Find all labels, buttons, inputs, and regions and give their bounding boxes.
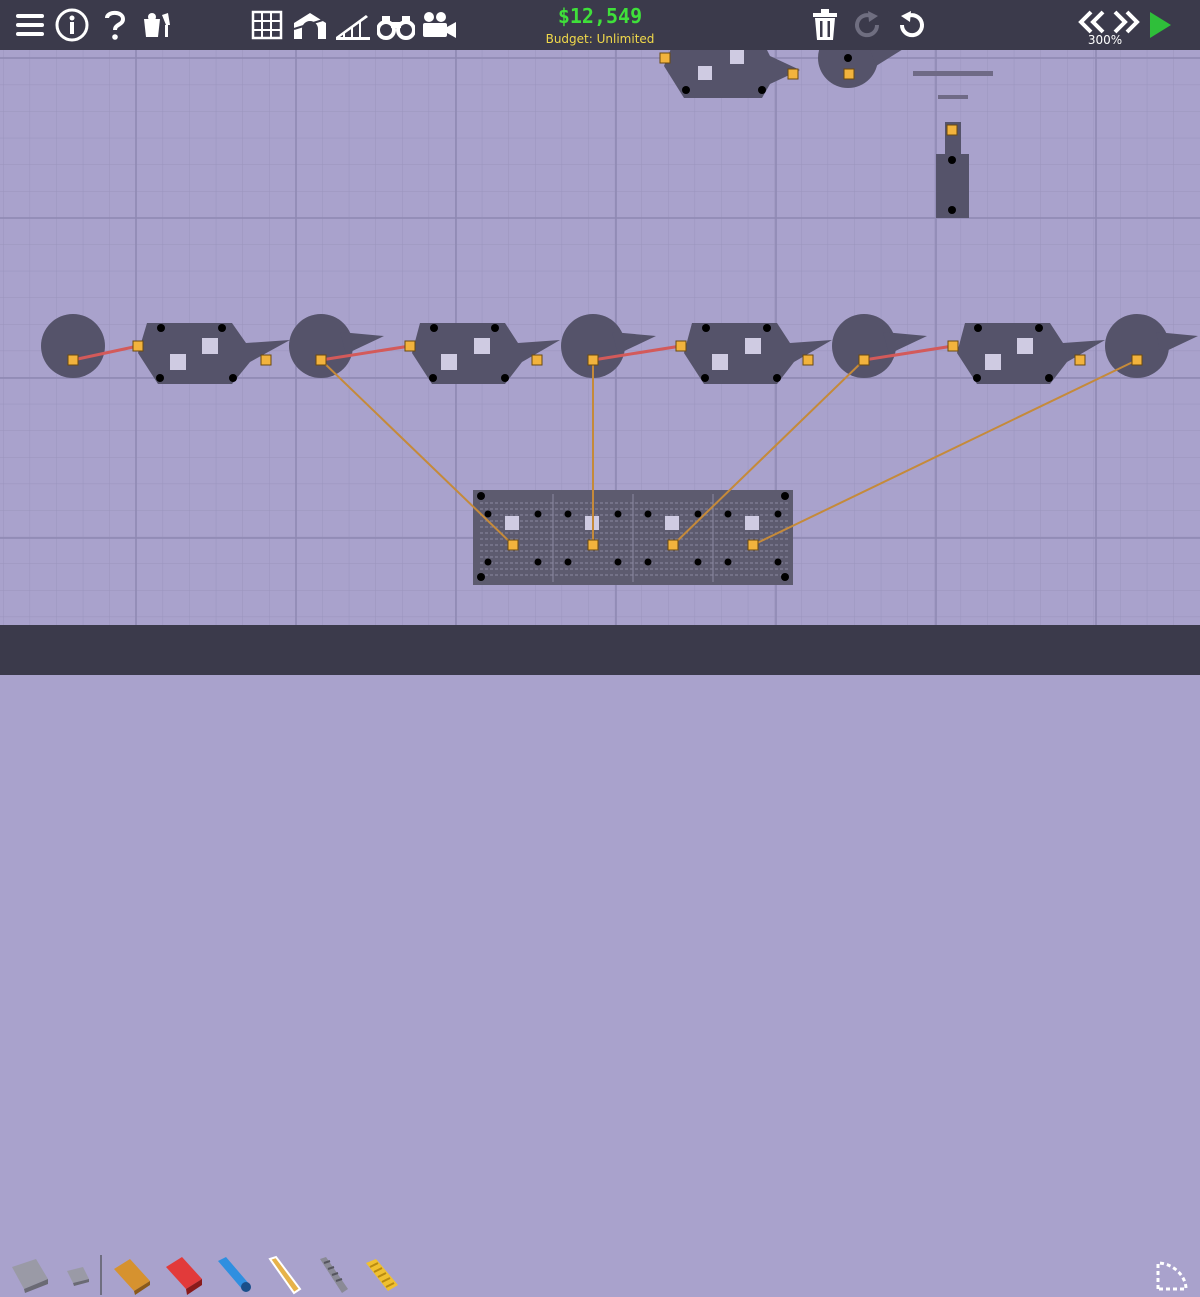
budget-amount: $12,549 [557,4,643,28]
beam-piece-small[interactable] [938,95,968,99]
road-eraser-tool[interactable] [4,1253,52,1297]
beam-piece[interactable] [913,71,993,76]
gear-1[interactable] [41,314,105,378]
theme-icon[interactable] [138,5,178,45]
build-grid[interactable] [0,28,1200,625]
steel-cable-material[interactable] [308,1253,356,1297]
top-toolbar: $12,549 Budget: Unlimited 300% [0,0,1200,50]
camera-icon[interactable] [419,5,459,45]
material-toolbar [0,625,1200,1295]
reinforced-road-material[interactable] [160,1253,208,1297]
hydraulic-material[interactable] [210,1253,258,1297]
menu-icon[interactable] [10,5,50,45]
binoculars-icon[interactable] [376,5,416,45]
simulation-speed-label: 300% [1087,33,1123,47]
ramp-icon[interactable] [333,5,373,45]
info-icon[interactable] [52,5,92,45]
wood-material[interactable] [108,1253,156,1297]
small-eraser-tool[interactable] [56,1253,100,1297]
play-icon[interactable] [1140,5,1180,45]
bottom-block[interactable] [473,490,793,585]
toolbar-divider [100,1255,102,1295]
rope-material[interactable] [260,1253,308,1297]
trash-icon[interactable] [805,5,845,45]
help-icon[interactable] [95,5,135,45]
build-canvas[interactable] [0,28,1200,625]
grid-icon[interactable] [247,5,287,45]
spring-material[interactable] [356,1253,404,1297]
arch-icon[interactable] [290,5,330,45]
curve-tool-icon[interactable] [1150,1253,1194,1297]
redo-icon[interactable] [848,5,888,45]
budget-label: Budget: Unlimited [545,32,655,46]
undo-icon[interactable] [891,5,931,45]
